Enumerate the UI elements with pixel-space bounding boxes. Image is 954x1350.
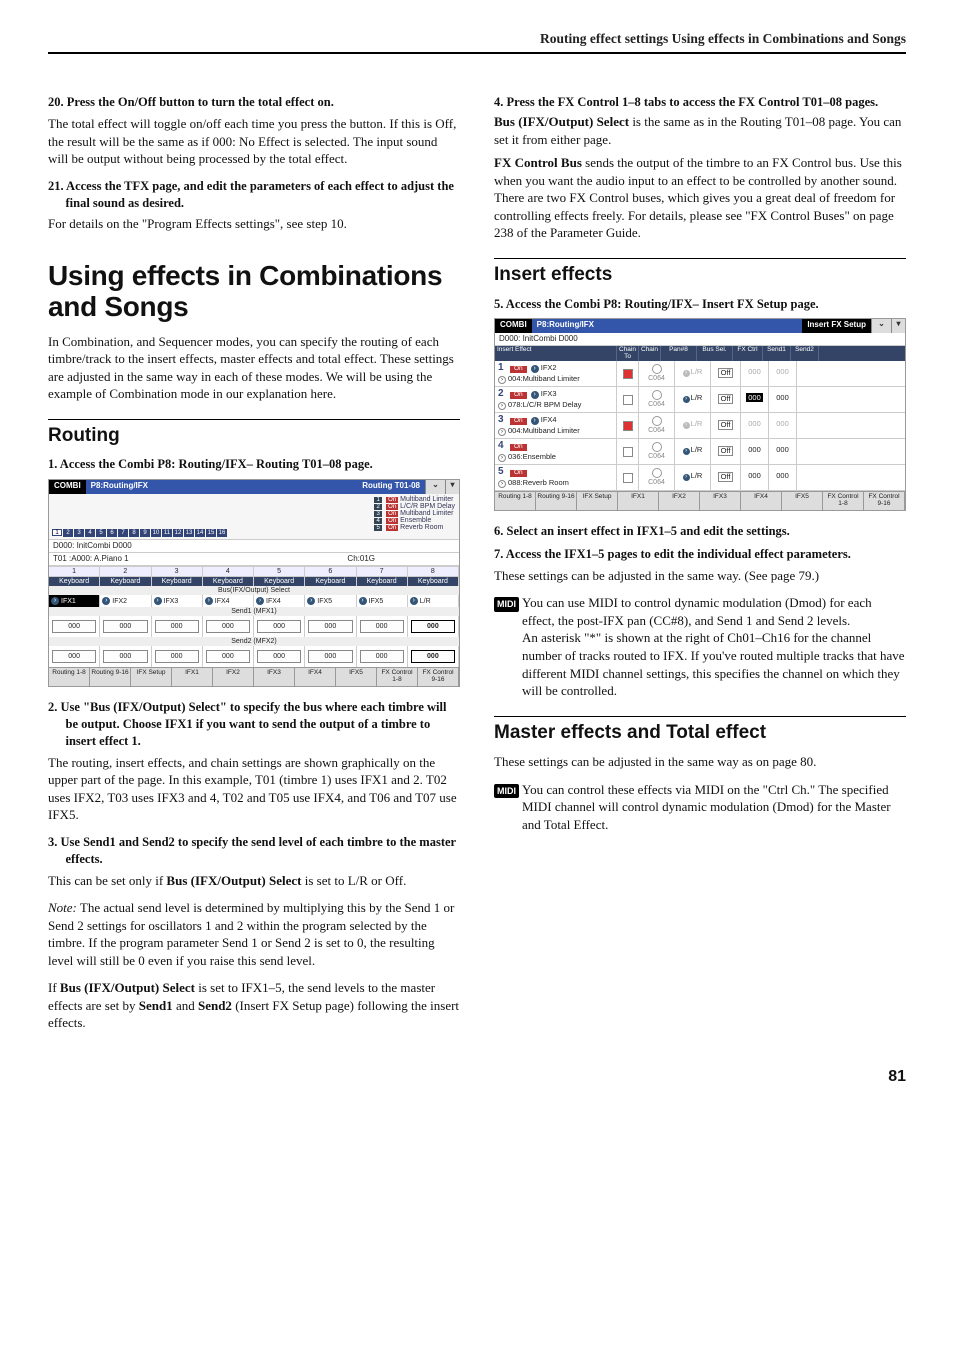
lcd1-menu-icon[interactable]: ▾ bbox=[445, 480, 459, 494]
lcd1-header-numbers: 12345678 bbox=[49, 566, 459, 577]
lcd1-page-label: P8:Routing/IFX bbox=[86, 480, 153, 494]
lcd1-bus-label: Bus(IFX/Output) Select bbox=[49, 586, 459, 595]
step-3-heading: 3. Use Send1 and Send2 to specify the se… bbox=[48, 834, 460, 868]
lcd2-combi-name: D000: InitCombi D000 bbox=[495, 333, 905, 346]
lcd1-send2-label: Send2 (MFX2) bbox=[49, 637, 459, 646]
step-20-body: The total effect will toggle on/off each… bbox=[48, 115, 460, 168]
step-4-heading: 4. Press the FX Control 1–8 tabs to acce… bbox=[494, 94, 906, 111]
step-7-heading: 7. Access the IFX1–5 pages to edit the i… bbox=[494, 546, 906, 563]
lcd1-routing-graph: 1OnMultiband Limiter 2OnL/C/R BPM Delay … bbox=[49, 494, 459, 540]
master-total-body: These settings can be adjusted in the sa… bbox=[494, 753, 906, 771]
step-6-heading: 6. Select an insert effect in IFX1–5 and… bbox=[494, 523, 906, 540]
subsection-master-total: Master effects and Total effect bbox=[494, 716, 906, 746]
lcd1-send1-label: Send1 (MFX1) bbox=[49, 607, 459, 616]
lcd1-send1-row[interactable]: 000000000000000000000000 bbox=[49, 616, 459, 637]
page-number: 81 bbox=[48, 1066, 906, 1088]
bus-ifx-note: If Bus (IFX/Output) Select is set to IFX… bbox=[48, 979, 460, 1032]
lcd1-timbre-name: T01 :A000: A.Piano 1 bbox=[53, 554, 129, 563]
lcd1-timbre-line: T01 :A000: A.Piano 1 Ch:01G bbox=[49, 553, 459, 566]
step-20-heading: 20. Press the On/Off button to turn the … bbox=[48, 94, 460, 111]
step-2-heading: 2. Use "Bus (IFX/Output) Select" to spec… bbox=[48, 699, 460, 750]
step-2-body: The routing, insert effects, and chain s… bbox=[48, 754, 460, 824]
midi-note-insert: MIDI You can use MIDI to control dynamic… bbox=[494, 594, 906, 699]
left-column: 20. Press the On/Off button to turn the … bbox=[48, 88, 460, 1042]
lcd2-column-headers: Insert Effect Chain To Chain Pan#8 Bus S… bbox=[495, 346, 905, 361]
screenshot-insert-fx-setup: COMBI P8:Routing/IFX Insert FX Setup ⌄ ▾… bbox=[494, 318, 906, 511]
subsection-routing: Routing bbox=[48, 419, 460, 449]
step-1-heading: 1. Access the Combi P8: Routing/IFX– Rou… bbox=[48, 456, 460, 473]
lcd1-keyboard-row: KeyboardKeyboardKeyboardKeyboardKeyboard… bbox=[49, 577, 459, 586]
lcd1-send2-row[interactable]: 000000000000000000000000 bbox=[49, 646, 459, 667]
legend-1: Multiband Limiter bbox=[400, 496, 453, 503]
lcd1-mode-label: COMBI bbox=[49, 480, 86, 494]
lcd2-dropdown-icon[interactable]: ⌄ bbox=[871, 319, 891, 333]
two-column-layout: 20. Press the On/Off button to turn the … bbox=[48, 88, 906, 1042]
midi-note-master: MIDI You can control these effects via M… bbox=[494, 781, 906, 834]
step-21-body: For details on the "Program Effects sett… bbox=[48, 215, 460, 233]
right-column: 4. Press the FX Control 1–8 tabs to acce… bbox=[494, 88, 906, 1042]
section-heading-using-effects: Using effects in Combinations and Songs bbox=[48, 261, 460, 323]
lcd2-mode-label: COMBI bbox=[495, 319, 532, 333]
legend-5: Reverb Room bbox=[400, 524, 443, 531]
step-5-heading: 5. Access the Combi P8: Routing/IFX– Ins… bbox=[494, 296, 906, 313]
lcd1-ifx-select-row[interactable]: ›IFX1 ›IFX2 ›IFX3 ›IFX4 ›IFX4 ›IFX5 ›IFX… bbox=[49, 595, 459, 607]
lcd1-channel: Ch:01G bbox=[347, 555, 375, 563]
step-4-body-1: Bus (IFX/Output) Select is the same as i… bbox=[494, 113, 906, 148]
step-3-body-1: This can be set only if Bus (IFX/Output)… bbox=[48, 872, 460, 890]
lcd2-effect-rows[interactable]: 1On› IFX2›004:Multiband LimiterC064›L/RO… bbox=[495, 361, 905, 491]
lcd1-timbre-tabs[interactable]: 12345678910111213141516 bbox=[52, 529, 227, 537]
lcd2-page-tabs[interactable]: Routing 1-8Routing 9-16IFX SetupIFX1IFX2… bbox=[495, 491, 905, 510]
midi-badge-icon: MIDI bbox=[494, 784, 519, 798]
page-header: Routing effect settings Using effects in… bbox=[48, 30, 906, 54]
lcd2-subpage-label: Insert FX Setup bbox=[802, 319, 871, 333]
step-21-heading: 21. Access the TFX page, and edit the pa… bbox=[48, 178, 460, 212]
legend-4: Ensemble bbox=[400, 517, 431, 524]
legend-2: L/C/R BPM Delay bbox=[400, 503, 455, 510]
lcd2-menu-icon[interactable]: ▾ bbox=[891, 319, 905, 333]
lcd2-page-label: P8:Routing/IFX bbox=[532, 319, 599, 333]
step-7-body: These settings can be adjusted in the sa… bbox=[494, 567, 906, 585]
lcd1-dropdown-icon[interactable]: ⌄ bbox=[425, 480, 445, 494]
section-intro: In Combination, and Sequencer modes, you… bbox=[48, 333, 460, 403]
screenshot-routing-page: COMBI P8:Routing/IFX Routing T01-08 ⌄ ▾ … bbox=[48, 479, 460, 687]
step-4-body-2: FX Control Bus sends the output of the t… bbox=[494, 154, 906, 242]
legend-3: Multiband Limiter bbox=[400, 510, 453, 517]
note-send-level: Note: The actual send level is determine… bbox=[48, 899, 460, 969]
lcd1-subpage-label: Routing T01-08 bbox=[357, 480, 425, 494]
lcd1-combi-name: D000: InitCombi D000 bbox=[49, 540, 459, 553]
subsection-insert-effects: Insert effects bbox=[494, 258, 906, 288]
midi-badge-icon: MIDI bbox=[494, 597, 519, 611]
lcd1-page-tabs[interactable]: Routing 1-8Routing 9-16IFX SetupIFX1IFX2… bbox=[49, 667, 459, 686]
